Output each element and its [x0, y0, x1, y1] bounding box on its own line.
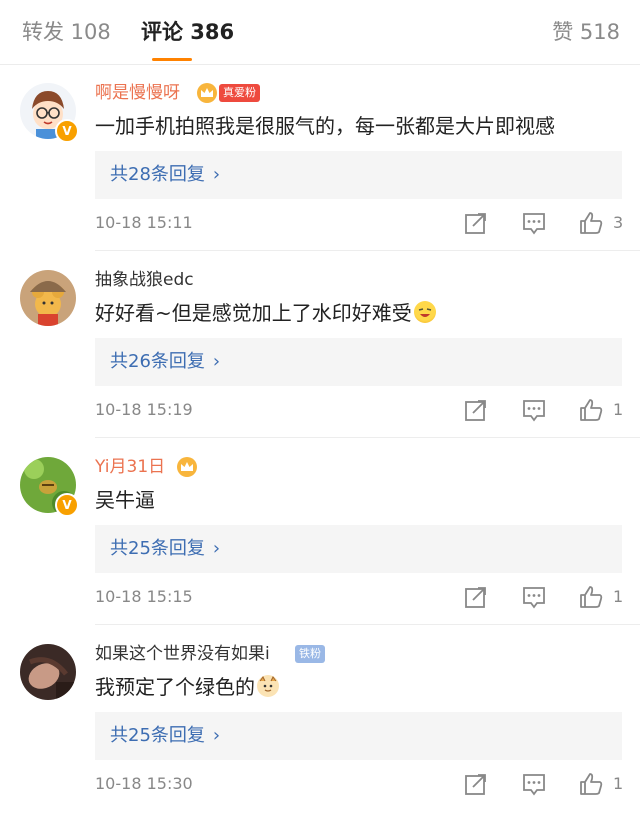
emoji-icon [257, 675, 279, 697]
share-icon[interactable] [463, 397, 489, 423]
reply-count: 共26条回复 [110, 351, 205, 372]
share-icon[interactable] [463, 584, 489, 610]
reply-icon[interactable] [521, 584, 547, 610]
share-icon[interactable] [463, 771, 489, 797]
tab-comments[interactable]: 评论 386 [141, 17, 234, 47]
emoji-icon [413, 301, 436, 323]
reply-icon[interactable] [521, 397, 547, 423]
reply-icon[interactable] [521, 210, 547, 236]
reply-icon[interactable] [521, 771, 547, 797]
active-tab-indicator [152, 58, 192, 61]
like-count: 1 [613, 774, 624, 793]
reply-thread-link[interactable]: 共28条回复 › [95, 151, 622, 199]
tab-likes[interactable]: 赞 518 [552, 17, 620, 47]
comment-text: 我预定了个绿色的 [95, 672, 279, 702]
comment-text: 一加手机拍照我是很服气的，每一张都是大片即视感 [95, 114, 555, 138]
username[interactable]: 啊是慢慢呀 [95, 80, 180, 106]
comment-item: V Yi月31日 吴牛逼 共25条回复 › 10-18 15:15 1 [0, 438, 640, 625]
timestamp: 10-18 15:19 [95, 400, 193, 419]
reply-count: 共25条回复 [110, 725, 205, 746]
username[interactable]: Yi月31日 [95, 454, 165, 480]
reply-thread-link[interactable]: 共25条回复 › [95, 712, 622, 760]
timestamp: 10-18 15:30 [95, 774, 193, 793]
verified-icon: V [55, 493, 79, 517]
crown-icon [197, 83, 217, 103]
like-count: 1 [613, 400, 624, 419]
username[interactable]: 如果这个世界没有如果i [95, 641, 270, 667]
timestamp: 10-18 15:15 [95, 587, 193, 606]
avatar[interactable] [20, 270, 76, 326]
chevron-right-icon: › [212, 164, 221, 185]
tab-bar: 转发 108 评论 386 赞 518 [0, 0, 640, 65]
comment-item: 抽象战狼edc 好好看~但是感觉加上了水印好难受 共26条回复 › 10-18 1… [0, 251, 640, 438]
chevron-right-icon: › [212, 351, 221, 372]
like-icon[interactable] [578, 397, 604, 423]
fan-tag: 铁粉 [295, 645, 325, 663]
crown-icon [177, 457, 197, 477]
like-icon[interactable] [578, 771, 604, 797]
tab-repost[interactable]: 转发 108 [22, 17, 111, 47]
comment-text: 好好看~但是感觉加上了水印好难受 [95, 298, 436, 328]
reply-thread-link[interactable]: 共26条回复 › [95, 338, 622, 386]
verified-icon: V [55, 119, 79, 143]
reply-thread-link[interactable]: 共25条回复 › [95, 525, 622, 573]
comment-item: V 啊是慢慢呀 真爱粉 一加手机拍照我是很服气的，每一张都是大片即视感 共28条… [0, 64, 640, 251]
like-count: 1 [613, 587, 624, 606]
share-icon[interactable] [463, 210, 489, 236]
chevron-right-icon: › [212, 538, 221, 559]
timestamp: 10-18 15:11 [95, 213, 193, 232]
reply-count: 共28条回复 [110, 164, 205, 185]
fan-tag: 真爱粉 [219, 84, 260, 102]
username[interactable]: 抽象战狼edc [95, 267, 194, 293]
reply-count: 共25条回复 [110, 538, 205, 559]
comment-text: 吴牛逼 [95, 488, 155, 512]
chevron-right-icon: › [212, 725, 221, 746]
like-icon[interactable] [578, 210, 604, 236]
like-icon[interactable] [578, 584, 604, 610]
like-count: 3 [613, 213, 624, 232]
avatar[interactable] [20, 644, 76, 700]
comment-item: 如果这个世界没有如果i 铁粉 我预定了个绿色的 共25条回复 › 10-18 15… [0, 625, 640, 812]
